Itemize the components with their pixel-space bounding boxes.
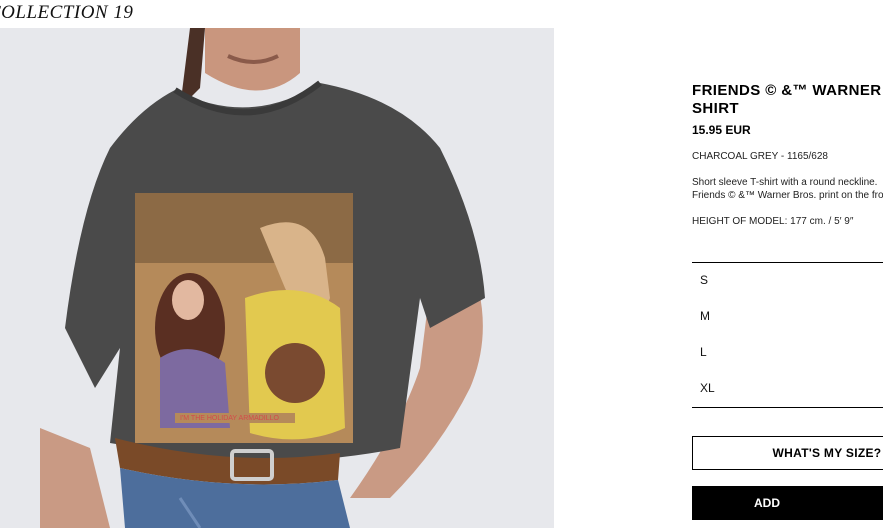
- product-title-line2: SHIRT: [692, 100, 739, 117]
- collection-label: COLLECTION 19: [0, 2, 134, 23]
- size-option-m[interactable]: M: [692, 299, 883, 335]
- product-title: FRIENDS © &™ WARNER BROS. T- SHIRT: [692, 82, 883, 118]
- model-photo: I'M THE HOLIDAY ARMADILLO: [0, 28, 554, 528]
- print-caption: I'M THE HOLIDAY ARMADILLO: [180, 415, 280, 422]
- product-price: 15.95 EUR: [692, 123, 751, 137]
- description-line2: Friends © &™ Warner Bros. print on the f…: [692, 190, 883, 201]
- product-title-line1: FRIENDS © &™ WARNER BROS. T-: [692, 82, 883, 99]
- description-line1: Short sleeve T-shirt with a round neckli…: [692, 177, 878, 188]
- size-option-l[interactable]: L: [692, 335, 883, 371]
- product-image[interactable]: I'M THE HOLIDAY ARMADILLO: [0, 28, 554, 528]
- add-to-cart-button[interactable]: ADD: [692, 486, 883, 520]
- size-option-s[interactable]: S: [692, 263, 883, 299]
- model-height: HEIGHT OF MODEL: 177 cm. / 5′ 9″: [692, 216, 854, 227]
- product-description: Short sleeve T-shirt with a round neckli…: [692, 176, 883, 202]
- size-selector: S M L XL: [692, 262, 883, 408]
- size-guide-button[interactable]: WHAT'S MY SIZE?: [692, 436, 883, 470]
- product-info-panel: FRIENDS © &™ WARNER BROS. T- SHIRT 15.95…: [692, 82, 883, 227]
- product-color-ref: CHARCOAL GREY - 1165/628: [692, 151, 828, 162]
- size-option-xl[interactable]: XL: [692, 371, 883, 407]
